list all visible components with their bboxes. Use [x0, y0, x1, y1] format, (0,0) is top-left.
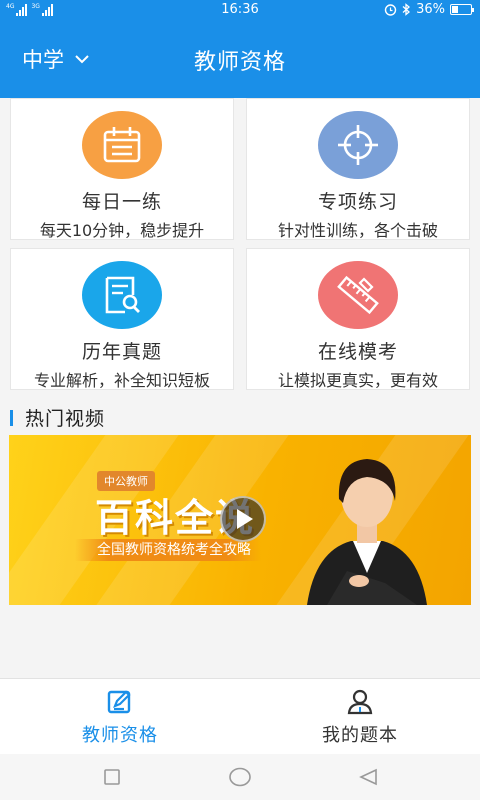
nav-my-question-book[interactable]: 我的题本	[240, 679, 480, 754]
document-search-icon	[82, 261, 162, 329]
battery-icon	[450, 4, 474, 15]
section-header: 热门视频	[10, 404, 105, 431]
bottom-nav: 教师资格 我的题本	[0, 678, 480, 754]
nav-label: 教师资格	[82, 725, 158, 746]
card-desc: 每天10分钟，稳步提升	[39, 221, 205, 240]
play-icon	[237, 509, 253, 529]
edit-icon	[107, 690, 131, 714]
card-title: 在线模考	[317, 341, 398, 363]
circle-icon[interactable]	[228, 767, 252, 787]
crosshair-icon	[318, 111, 398, 179]
card-title: 专项练习	[317, 191, 398, 213]
card-desc: 针对性训练，各个击破	[277, 221, 438, 240]
chevron-down-icon	[75, 55, 89, 64]
card-desc: 让模拟更真实，更有效	[277, 371, 438, 390]
battery-percent: 36%	[416, 2, 445, 17]
square-icon[interactable]	[103, 768, 121, 786]
card-title: 历年真题	[81, 341, 162, 363]
nav-label: 我的题本	[322, 725, 398, 746]
section-title: 热门视频	[25, 408, 106, 430]
section-accent-bar	[10, 409, 13, 426]
calendar-icon	[82, 111, 162, 179]
system-nav-bar	[0, 754, 480, 800]
card-special-practice[interactable]: 专项练习 针对性训练，各个击破	[246, 98, 470, 240]
nav-teacher-qualification[interactable]: 教师资格	[0, 679, 240, 754]
alarm-icon	[384, 4, 397, 16]
level-selector[interactable]: 中学	[22, 44, 90, 74]
video-banner[interactable]: 中公教师 百科全说 全国教师资格统考全攻略	[9, 435, 471, 605]
card-daily-practice[interactable]: 每日一练 每天10分钟，稳步提升	[10, 98, 234, 240]
card-title: 每日一练	[81, 191, 162, 213]
card-desc: 专业解析，补全知识短板	[33, 371, 210, 390]
user-icon	[347, 689, 373, 715]
status-bar: 4G 3G 16:36 36%	[0, 0, 480, 20]
banner-subtitle: 全国教师资格统考全攻略	[75, 539, 261, 561]
level-selector-label: 中学	[22, 48, 64, 72]
card-past-exams[interactable]: 历年真题 专业解析，补全知识短板	[10, 248, 234, 390]
app-header: 中学 教师资格	[0, 20, 480, 98]
card-mock-exam[interactable]: 在线模考 让模拟更真实，更有效	[246, 248, 470, 390]
ruler-pencil-icon	[318, 261, 398, 329]
presenter-image	[307, 459, 427, 605]
triangle-back-icon[interactable]	[358, 768, 378, 786]
status-right: 36%	[384, 2, 474, 17]
play-button[interactable]	[220, 496, 266, 542]
bluetooth-icon	[402, 3, 411, 16]
